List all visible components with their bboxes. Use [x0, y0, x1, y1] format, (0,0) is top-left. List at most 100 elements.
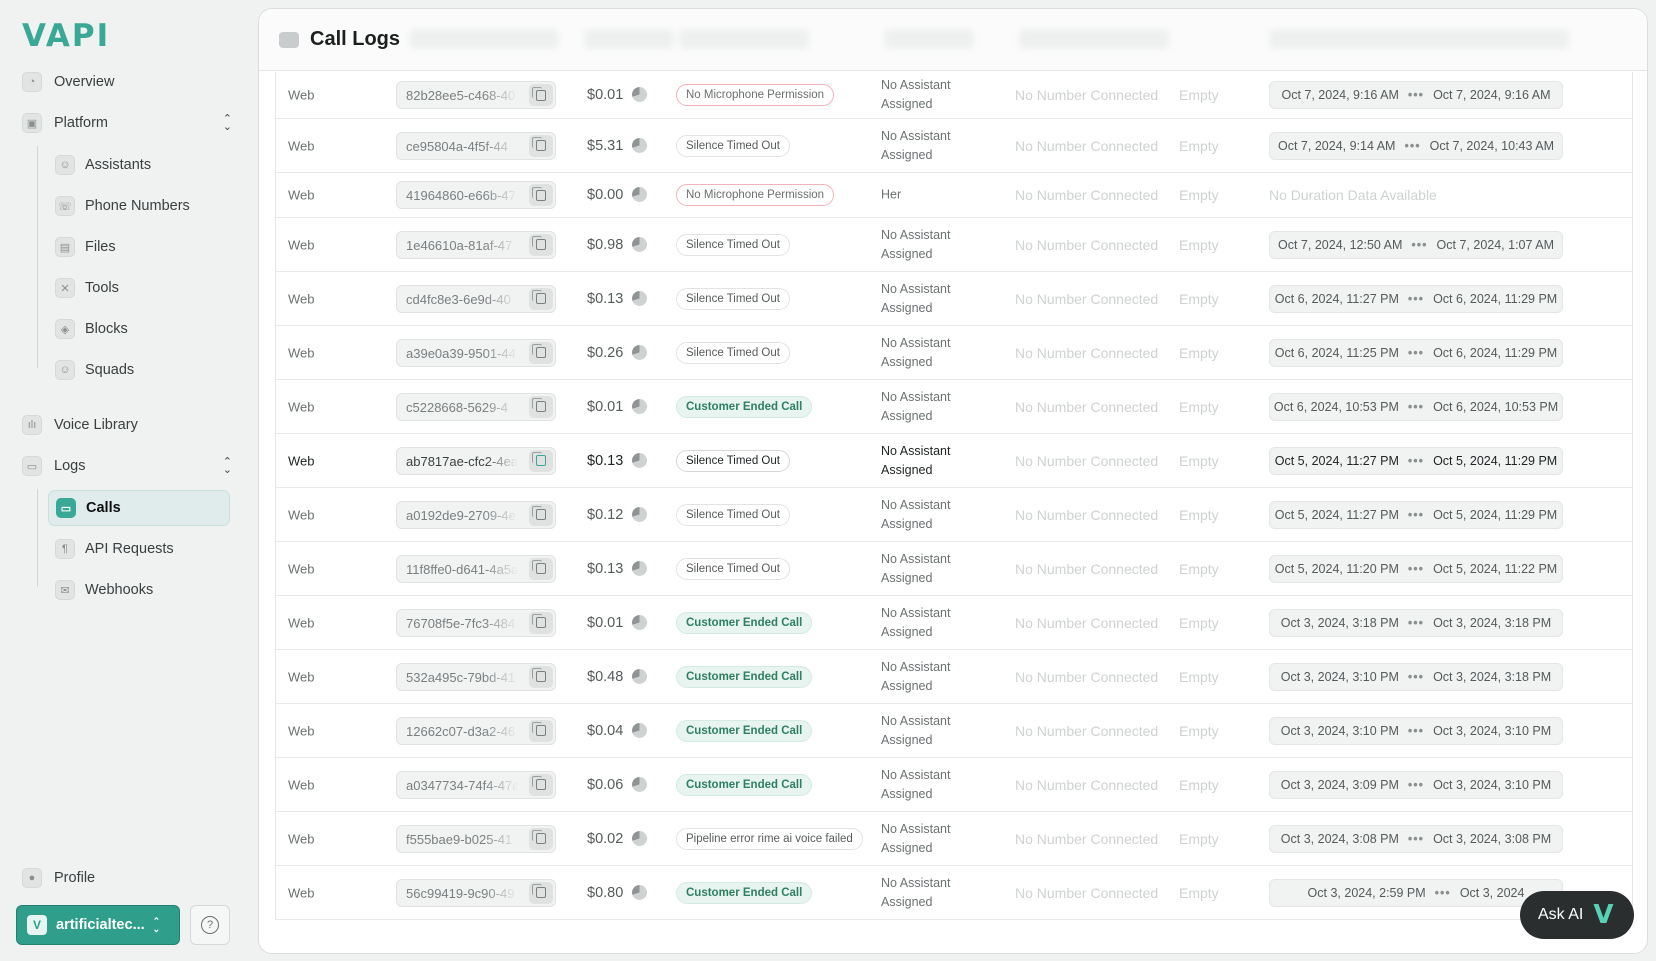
copy-button[interactable]: [529, 557, 553, 580]
duration-range: Oct 7, 2024, 9:16 AM ••• Oct 7, 2024, 9:16…: [1269, 81, 1563, 109]
copy-button[interactable]: [529, 84, 553, 106]
copy-button[interactable]: [529, 827, 553, 850]
table-row[interactable]: Web a0347734-74f4-47a $0.06 Customer Ended …: [276, 758, 1632, 812]
table-row[interactable]: Web f555bae9-b025-41 $0.02 Pipeline error r…: [276, 812, 1632, 866]
ended-reason-badge: Silence Timed Out: [676, 449, 790, 472]
assistant-name: No Assistant Assigned: [881, 874, 950, 912]
sidebar-item-files[interactable]: ▤ Files: [48, 229, 230, 265]
sidebar-item-blocks[interactable]: ◈ Blocks: [48, 311, 230, 347]
blurred-column-header: [409, 29, 559, 49]
table-row[interactable]: Web a0192de9-2709-4e $0.12 Silence Timed Ou…: [276, 488, 1632, 542]
cost-breakdown-icon[interactable]: [632, 722, 648, 738]
cost-breakdown-icon[interactable]: [632, 884, 648, 900]
nav-profile[interactable]: ● Profile: [22, 861, 232, 895]
end-time: Oct 5, 2024, 11:22 PM: [1433, 561, 1558, 576]
nav-logs[interactable]: ▭ Logs ⌃ ⌄: [22, 449, 232, 483]
table-row[interactable]: Web 1e46610a-81af-47 $0.98 Silence Timed Ou…: [276, 218, 1632, 272]
cost-breakdown-icon[interactable]: [632, 452, 648, 468]
copy-button[interactable]: [529, 341, 553, 364]
sidebar-item-calls[interactable]: ▭ Calls: [48, 490, 230, 526]
copy-button[interactable]: [529, 134, 553, 157]
duration-range: Oct 6, 2024, 11:25 PM ••• Oct 6, 2024, 11:…: [1269, 338, 1563, 367]
cost-breakdown-icon[interactable]: [632, 398, 648, 414]
table-row[interactable]: Web 56c99419-9c90-49 $0.80 Customer Ended C…: [276, 866, 1632, 920]
cost-breakdown-icon[interactable]: [632, 614, 648, 630]
sidebar-item-api-requests[interactable]: ¶ API Requests: [48, 531, 230, 567]
cost-breakdown-icon[interactable]: [632, 236, 648, 252]
cost-breakdown-icon[interactable]: [632, 506, 648, 522]
ended-reason: No Microphone Permission: [676, 184, 835, 206]
table-row[interactable]: Web 76708f5e-7fc3-484 $0.01 Customer Ended …: [276, 596, 1632, 650]
cost-breakdown-icon[interactable]: [632, 560, 648, 576]
copy-button[interactable]: [529, 719, 553, 742]
table-row[interactable]: Web 11f8ffe0-d641-4a5a $0.13 Silence Timed …: [276, 542, 1632, 596]
cost-value: $0.13: [587, 560, 624, 577]
sidebar-item-webhooks[interactable]: ✉ Webhooks: [48, 572, 230, 608]
table-row[interactable]: Web ab7817ae-cfc2-4ea $0.13 Silence Timed O…: [276, 434, 1632, 488]
cost-breakdown-icon[interactable]: [632, 830, 648, 846]
assistant-line-2: Assigned: [881, 624, 933, 639]
call-cost: $0.02: [587, 830, 648, 847]
copy-button[interactable]: [529, 773, 553, 796]
copy-button[interactable]: [529, 449, 553, 472]
copy-button[interactable]: [529, 287, 553, 310]
vapi-logo[interactable]: VAPI: [22, 18, 110, 54]
call-cost: $0.26: [587, 344, 648, 361]
ellipsis-icon: •••: [1407, 777, 1425, 792]
table-row[interactable]: Web 82b28ee5-c468-40 $0.01 No Microphone Pe…: [276, 72, 1632, 119]
nav-platform[interactable]: ▣ Platform ⌃ ⌄: [22, 106, 232, 140]
sidebar-item-label: Assistants: [85, 157, 152, 173]
nav-overview[interactable]: ◔ Overview: [22, 65, 232, 99]
help-button[interactable]: ?: [190, 905, 230, 945]
call-id: ce95804a-4f5f-44: [406, 138, 508, 154]
call-type: Web: [288, 723, 315, 738]
copy-button[interactable]: [529, 184, 553, 206]
sidebar-item-label: Tools: [85, 280, 119, 296]
call-type: Web: [288, 831, 315, 846]
ask-ai-button[interactable]: Ask AI V: [1520, 891, 1634, 939]
cost-breakdown-icon[interactable]: [632, 776, 648, 792]
mail-icon: ✉: [55, 580, 75, 600]
sidebar-item-assistants[interactable]: ☺ Assistants: [48, 147, 230, 183]
customer: Empty: [1179, 344, 1219, 361]
table-row[interactable]: Web 12662c07-d3a2-46 $0.04 Customer Ended C…: [276, 704, 1632, 758]
ellipsis-icon: •••: [1407, 561, 1425, 576]
customer: Empty: [1179, 614, 1219, 631]
assistant-line-2: Assigned: [881, 516, 933, 531]
call-id: a0347734-74f4-47a: [406, 777, 518, 793]
ended-reason: Silence Timed Out: [676, 233, 790, 256]
copy-button[interactable]: [529, 665, 553, 688]
copy-button[interactable]: [529, 395, 553, 418]
cost-breakdown-icon[interactable]: [632, 344, 648, 360]
cost-breakdown-icon[interactable]: [632, 137, 648, 153]
table-row[interactable]: Web a39e0a39-9501-44 $0.26 Silence Timed Ou…: [276, 326, 1632, 380]
table-row[interactable]: Web ce95804a-4f5f-44 $5.31 Silence Timed Ou…: [276, 119, 1632, 173]
table-row[interactable]: Web 41964860-e66b-47 $0.00 No Microphone Pe…: [276, 173, 1632, 218]
copy-button[interactable]: [529, 233, 553, 256]
cost-breakdown-icon[interactable]: [632, 668, 648, 684]
copy-icon: [532, 884, 546, 898]
cost-breakdown-icon[interactable]: [632, 187, 648, 202]
sidebar-item-phone-numbers[interactable]: ☏ Phone Numbers: [48, 188, 230, 224]
copy-button[interactable]: [529, 611, 553, 634]
table-row[interactable]: Web c5228668-5629-4 $0.01 Customer Ended Ca…: [276, 380, 1632, 434]
ended-reason: No Microphone Permission: [676, 84, 835, 106]
sidebar-item-squads[interactable]: ☺ Squads: [48, 352, 230, 388]
end-time: Oct 5, 2024, 11:29 PM: [1433, 507, 1558, 522]
table-row[interactable]: Web cd4fc8e3-6e9d-40 $0.13 Silence Timed Ou…: [276, 272, 1632, 326]
assistant-line-2: Assigned: [881, 786, 933, 801]
copy-button[interactable]: [529, 881, 553, 904]
end-time: Oct 3, 2024, 3:08 PM: [1433, 831, 1552, 846]
nav-voice-library[interactable]: ılı Voice Library: [22, 408, 232, 442]
ellipsis-icon: •••: [1407, 345, 1425, 360]
sidebar-item-label: Blocks: [85, 321, 128, 337]
copy-button[interactable]: [529, 503, 553, 526]
table-row[interactable]: Web 532a495c-79bd-41 $0.48 Customer Ended C…: [276, 650, 1632, 704]
cost-breakdown-icon[interactable]: [632, 87, 648, 102]
ended-reason: Customer Ended Call: [676, 395, 813, 418]
org-switcher-button[interactable]: V artificialtec... ⌃ ⌄: [16, 905, 180, 945]
sidebar-item-tools[interactable]: ✕ Tools: [48, 270, 230, 306]
ended-reason: Silence Timed Out: [676, 134, 790, 157]
cost-breakdown-icon[interactable]: [632, 290, 648, 306]
assistant-name: Her: [881, 186, 901, 205]
